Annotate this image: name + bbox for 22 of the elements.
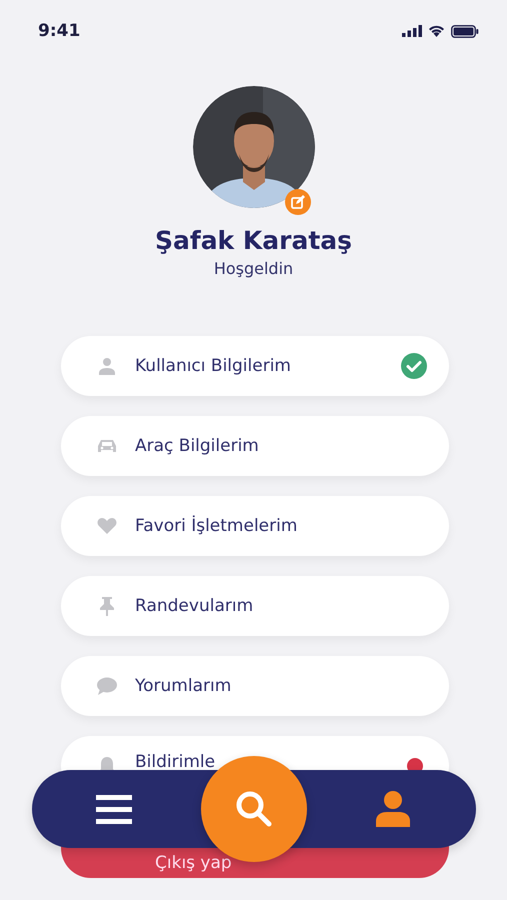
profile-icon — [376, 791, 410, 827]
wifi-icon — [428, 25, 445, 37]
status-time: 9:41 — [38, 21, 80, 41]
pushpin-icon — [99, 596, 115, 616]
user-icon — [98, 357, 116, 375]
heart-icon — [97, 517, 117, 535]
menu-item[interactable]: Yorumlarım — [61, 656, 449, 716]
search-icon — [234, 788, 274, 828]
battery-icon — [451, 24, 479, 38]
edit-icon[interactable] — [284, 189, 310, 215]
profile-button[interactable] — [376, 791, 410, 827]
user-name: Şafak Karataş — [154, 226, 352, 255]
menu-item[interactable]: Kullanıcı Bilgilerim — [61, 336, 449, 396]
greeting-text: Hoşgeldin — [214, 259, 294, 278]
signal-icon — [402, 25, 422, 37]
menu-item[interactable]: Favori İşletmelerim — [61, 496, 449, 556]
speech-bubble-icon — [97, 677, 117, 695]
menu-button[interactable] — [96, 793, 132, 825]
menu-item[interactable]: Araç Bilgilerim — [61, 416, 449, 476]
menu-item[interactable]: Randevularım — [61, 576, 449, 636]
car-icon — [97, 438, 117, 454]
menu-icon — [96, 793, 132, 825]
